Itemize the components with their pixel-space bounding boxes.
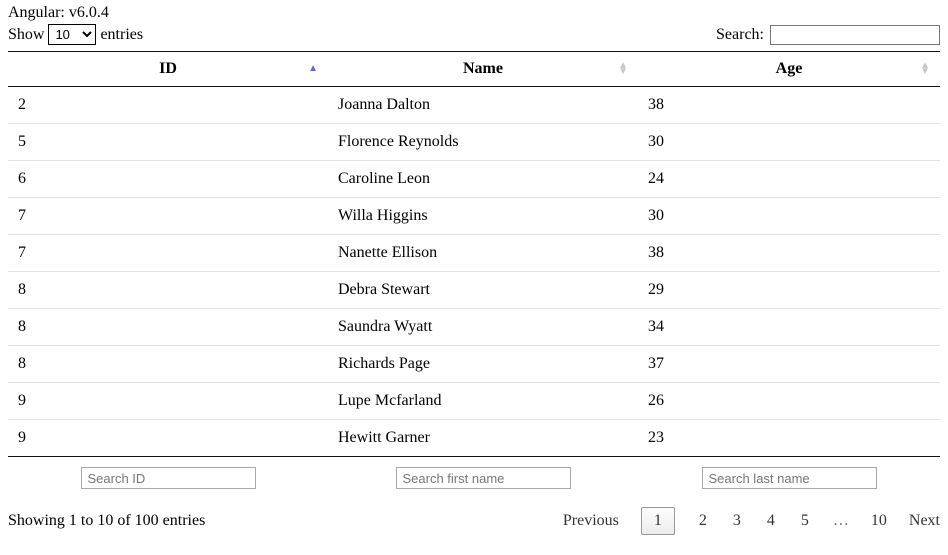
pagination-page[interactable]: 10 [871, 512, 887, 530]
table-info: Showing 1 to 10 of 100 entries [8, 512, 205, 530]
sort-icon: ▲▼ [920, 63, 930, 75]
data-table: ID ▲ Name ▲▼ Age ▲▼ 2Joanna Dalton385Flo… [8, 51, 940, 493]
cell-id: 7 [8, 198, 328, 235]
cell-id: 2 [8, 87, 328, 124]
cell-name: Saundra Wyatt [328, 309, 638, 346]
column-header-name[interactable]: Name ▲▼ [328, 52, 638, 87]
column-header-age[interactable]: Age ▲▼ [638, 52, 940, 87]
search-label: Search: [716, 26, 764, 44]
cell-id: 9 [8, 383, 328, 420]
column-filter-name[interactable] [396, 467, 571, 489]
column-filter-age[interactable] [702, 467, 877, 489]
column-filter-id[interactable] [81, 467, 256, 489]
pagination-page[interactable]: 2 [697, 512, 709, 530]
cell-age: 37 [638, 346, 940, 383]
pagination: Previous 1 2 3 4 5 … 10 Next [563, 507, 940, 535]
table-row: 2Joanna Dalton38 [8, 87, 940, 124]
table-row: 8Saundra Wyatt34 [8, 309, 940, 346]
table-row: 5Florence Reynolds30 [8, 124, 940, 161]
cell-age: 34 [638, 309, 940, 346]
cell-id: 8 [8, 346, 328, 383]
page-length-select[interactable]: 102550100 [48, 24, 96, 45]
length-prefix: Show [8, 26, 44, 44]
cell-id: 9 [8, 420, 328, 457]
table-row: 8Debra Stewart29 [8, 272, 940, 309]
cell-name: Debra Stewart [328, 272, 638, 309]
table-row: 9Hewitt Garner23 [8, 420, 940, 457]
cell-age: 38 [638, 87, 940, 124]
pagination-page[interactable]: 3 [731, 512, 743, 530]
cell-id: 6 [8, 161, 328, 198]
pagination-page[interactable]: 4 [765, 512, 777, 530]
cell-id: 5 [8, 124, 328, 161]
pagination-next[interactable]: Next [909, 512, 940, 530]
cell-id: 7 [8, 235, 328, 272]
cell-name: Richards Page [328, 346, 638, 383]
cell-name: Nanette Ellison [328, 235, 638, 272]
cell-age: 30 [638, 124, 940, 161]
pagination-previous[interactable]: Previous [563, 512, 619, 530]
cell-name: Willa Higgins [328, 198, 638, 235]
table-row: 6Caroline Leon24 [8, 161, 940, 198]
framework-version: Angular: v6.0.4 [8, 4, 940, 22]
global-search: Search: [716, 25, 940, 45]
pagination-ellipsis: … [833, 512, 849, 530]
cell-name: Caroline Leon [328, 161, 638, 198]
table-row: 7Nanette Ellison38 [8, 235, 940, 272]
page-length-control: Show 102550100 entries [8, 24, 143, 45]
cell-name: Hewitt Garner [328, 420, 638, 457]
cell-id: 8 [8, 272, 328, 309]
cell-id: 8 [8, 309, 328, 346]
cell-age: 24 [638, 161, 940, 198]
sort-icon: ▲▼ [618, 63, 628, 75]
table-row: 8Richards Page37 [8, 346, 940, 383]
table-row: 9Lupe Mcfarland26 [8, 383, 940, 420]
cell-name: Florence Reynolds [328, 124, 638, 161]
cell-age: 38 [638, 235, 940, 272]
pagination-page[interactable]: 5 [799, 512, 811, 530]
search-input[interactable] [770, 25, 940, 45]
pagination-page[interactable]: 1 [641, 507, 675, 535]
cell-name: Joanna Dalton [328, 87, 638, 124]
column-header-age-label: Age [776, 60, 803, 77]
table-row: 7Willa Higgins30 [8, 198, 940, 235]
column-header-name-label: Name [463, 60, 503, 77]
cell-age: 26 [638, 383, 940, 420]
sort-icon: ▲ [308, 66, 318, 72]
cell-age: 29 [638, 272, 940, 309]
cell-name: Lupe Mcfarland [328, 383, 638, 420]
column-header-id[interactable]: ID ▲ [8, 52, 328, 87]
cell-age: 23 [638, 420, 940, 457]
cell-age: 30 [638, 198, 940, 235]
column-header-id-label: ID [159, 60, 177, 77]
length-suffix: entries [100, 26, 143, 44]
